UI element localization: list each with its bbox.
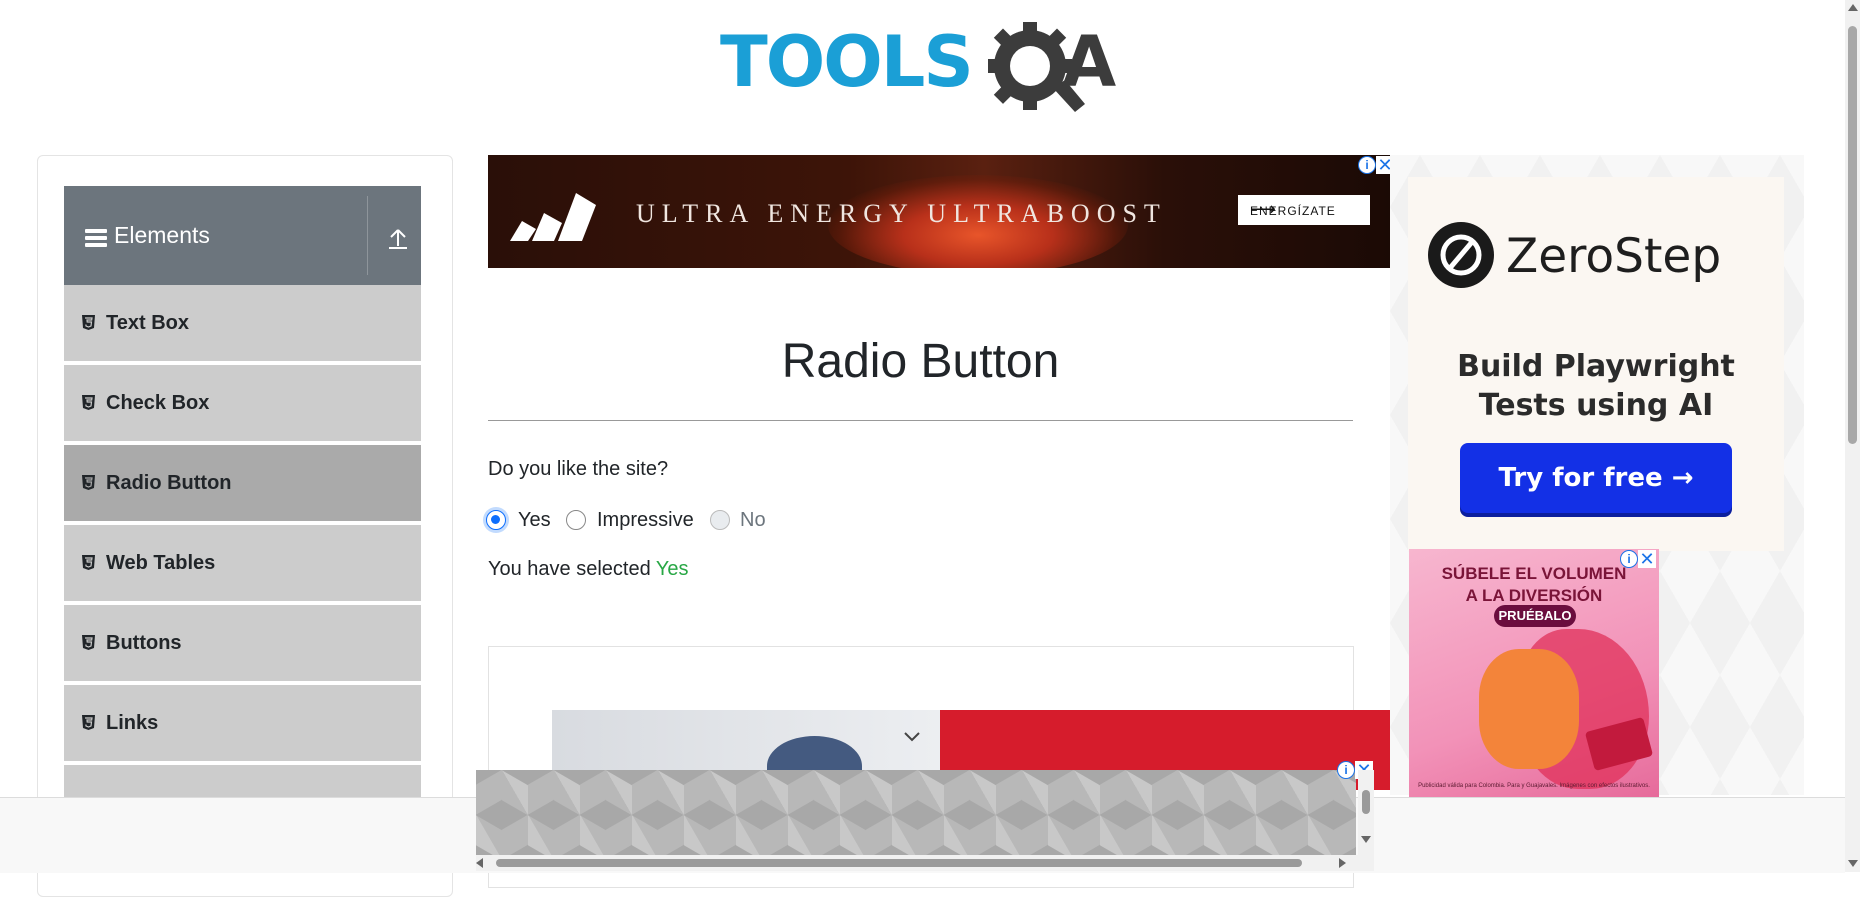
radio-impressive[interactable]	[566, 510, 586, 530]
ad-close-icon[interactable]: ✕	[1638, 550, 1656, 568]
header-divider	[367, 196, 368, 275]
html5-icon	[82, 555, 95, 570]
sticky-ad-scroll-thumb-horizontal[interactable]	[496, 859, 1302, 867]
sidebar-item-check-box[interactable]: Check Box	[64, 365, 421, 443]
scroll-right-arrow-icon[interactable]	[1339, 858, 1346, 868]
ad-small-right[interactable]: SÚBELE EL VOLUMEN A LA DIVERSIÓN PRUÉBAL…	[1409, 549, 1659, 799]
sidebar-item-buttons[interactable]: Buttons	[64, 605, 421, 683]
radio-yes[interactable]	[486, 510, 506, 530]
html5-icon	[82, 395, 95, 410]
logo-text-a: A	[1062, 21, 1117, 103]
sticky-ad-pattern	[476, 770, 1356, 855]
radio-label-no: No	[740, 509, 766, 531]
small-ad-fineprint: Publicidad válida para Colombia. Para y …	[1418, 783, 1650, 789]
html5-icon	[82, 715, 95, 730]
radio-no	[710, 510, 730, 530]
sidebar-item-label: Radio Button	[106, 472, 232, 494]
sticky-ad-frame[interactable]	[476, 770, 1356, 855]
try-for-free-button[interactable]: Try for free →	[1460, 443, 1732, 513]
page-scroll-thumb[interactable]	[1848, 26, 1857, 444]
ad-headline: ULTRA ENERGY ULTRABOOST	[636, 199, 1167, 228]
tagline-line-1: Build Playwright	[1457, 349, 1735, 384]
zerostep-ad[interactable]: ZeroStep Build Playwright Tests using AI…	[1408, 177, 1784, 551]
scroll-down-arrow-icon[interactable]	[1361, 836, 1371, 843]
small-ad-headline-1: SÚBELE EL VOLUMEN	[1441, 564, 1627, 583]
sidebar-item-text-box[interactable]: Text Box	[64, 285, 421, 363]
small-ad-headline-2: A LA DIVERSIÓN	[1465, 586, 1603, 605]
sticky-ad-scroll-thumb-vertical[interactable]	[1362, 790, 1370, 814]
logo-text-tools: TOOLS	[720, 21, 974, 103]
site-logo[interactable]: TOOLS A	[720, 18, 1125, 118]
sidebar-item-radio-button[interactable]: Radio Button	[64, 445, 421, 523]
selection-result: You have selected Yes	[488, 558, 689, 581]
sidebar-item-label: Buttons	[106, 632, 182, 654]
question-text: Do you like the site?	[488, 458, 669, 480]
sidebar-item-label: Check Box	[106, 392, 210, 414]
title-divider	[488, 420, 1353, 421]
ad-person-image	[1479, 649, 1579, 769]
sidebar-item-label: Links	[106, 712, 159, 734]
brand-stripes-icon	[510, 193, 596, 241]
html5-icon	[82, 635, 95, 650]
sidebar-item-label: Text Box	[106, 312, 189, 334]
zerostep-tagline: Build Playwright Tests using AI	[1408, 347, 1784, 425]
arrow-right-icon: ⟶	[1250, 199, 1277, 219]
radio-label-impressive[interactable]: Impressive	[597, 509, 694, 532]
ad-cta-button[interactable]: ENERGÍZATE ⟶	[1238, 195, 1370, 225]
small-ad-headline: SÚBELE EL VOLUMEN A LA DIVERSIÓN	[1409, 563, 1659, 607]
result-prefix: You have selected	[488, 558, 656, 580]
adchoices-icon[interactable]: i	[1620, 550, 1638, 568]
sidebar-item-label: Web Tables	[106, 552, 216, 574]
ad-banner-top[interactable]: ULTRA ENERGY ULTRABOOST ENERGÍZATE ⟶	[488, 155, 1390, 268]
chevron-down-icon	[904, 732, 920, 742]
sidebar-item-web-tables[interactable]: Web Tables	[64, 525, 421, 603]
html5-icon	[82, 315, 95, 330]
elements-group-header[interactable]: Elements	[64, 186, 421, 285]
page-scroll-up-arrow-icon[interactable]	[1848, 4, 1858, 11]
sidebar-item-links[interactable]: Links	[64, 685, 421, 763]
page-title: Radio Button	[781, 335, 1060, 388]
zerostep-logo-icon	[1428, 222, 1494, 288]
result-value: Yes	[655, 558, 689, 580]
small-ad-cta[interactable]: PRUÉBALO	[1494, 605, 1576, 627]
scroll-left-arrow-icon[interactable]	[476, 858, 483, 868]
hamburger-icon	[85, 229, 107, 247]
collapse-arrow-icon[interactable]	[387, 224, 409, 252]
html5-icon	[82, 475, 95, 490]
tagline-line-2: Tests using AI	[1478, 388, 1714, 423]
adchoices-icon[interactable]: i	[1358, 156, 1376, 174]
adchoices-icon[interactable]: i	[1337, 761, 1355, 779]
zerostep-brand: ZeroStep	[1506, 229, 1722, 284]
group-title: Elements	[114, 222, 210, 248]
radio-label-yes[interactable]: Yes	[518, 509, 551, 532]
page-scroll-down-arrow-icon[interactable]	[1848, 860, 1858, 867]
